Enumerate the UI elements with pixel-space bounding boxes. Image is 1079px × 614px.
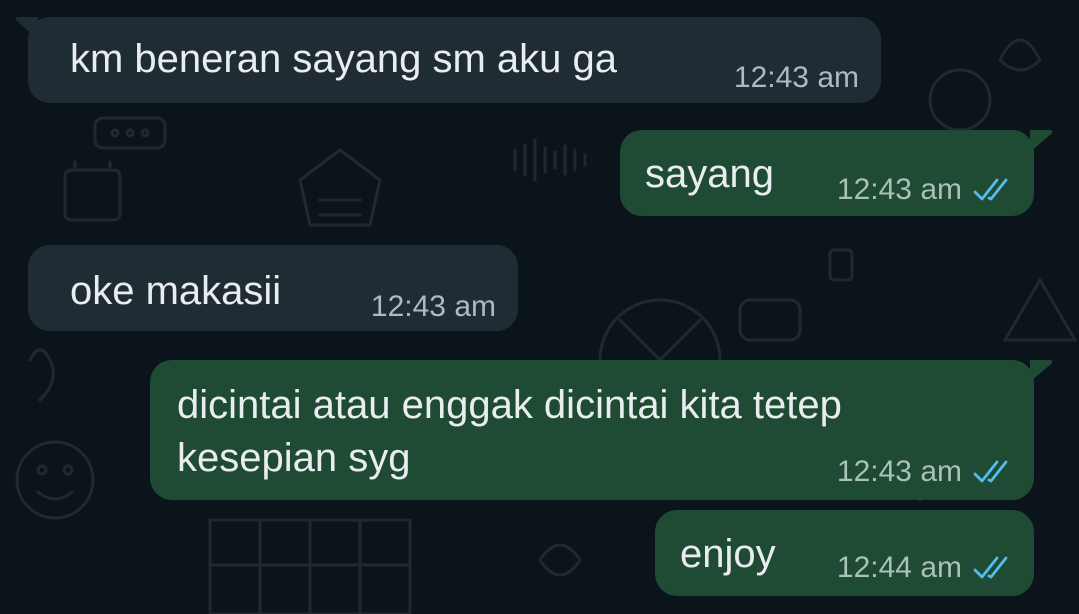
chat-conversation: km beneran sayang sm aku ga 12:43 am say… [0, 0, 1079, 614]
message-bubble-outgoing[interactable]: sayang 12:43 am [620, 130, 1034, 216]
message-text: oke makasii [70, 269, 282, 313]
message-bubble-outgoing[interactable]: dicintai atau enggak dicintai kita tetep… [150, 360, 1034, 500]
double-check-icon [972, 177, 1014, 203]
message-bubble-outgoing[interactable]: enjoy 12:44 am [655, 510, 1034, 596]
bubble-tail-outgoing [1030, 130, 1053, 152]
message-meta: 12:43 am [371, 289, 496, 325]
message-bubble-incoming[interactable]: oke makasii 12:43 am [28, 245, 518, 331]
bubble-tail-outgoing [1030, 360, 1053, 382]
message-meta: 12:43 am [837, 454, 1014, 490]
message-time: 12:43 am [836, 455, 962, 488]
message-text: km beneran sayang sm aku ga [70, 37, 617, 81]
double-check-icon [972, 555, 1014, 581]
message-text: sayang [645, 152, 774, 196]
message-meta: 12:43 am [837, 172, 1014, 208]
message-time: 12:44 am [836, 551, 962, 584]
bubble-tail-incoming [15, 17, 38, 39]
message-text: enjoy [680, 532, 776, 576]
double-check-icon [972, 459, 1014, 485]
message-time: 12:43 am [370, 290, 496, 323]
message-text: dicintai atau enggak dicintai kita tetep… [177, 383, 842, 480]
message-meta: 12:44 am [837, 550, 1014, 586]
message-time: 12:43 am [836, 173, 962, 206]
message-bubble-incoming[interactable]: km beneran sayang sm aku ga 12:43 am [28, 17, 881, 103]
message-meta: 12:43 am [734, 60, 859, 96]
message-time: 12:43 am [733, 61, 859, 94]
